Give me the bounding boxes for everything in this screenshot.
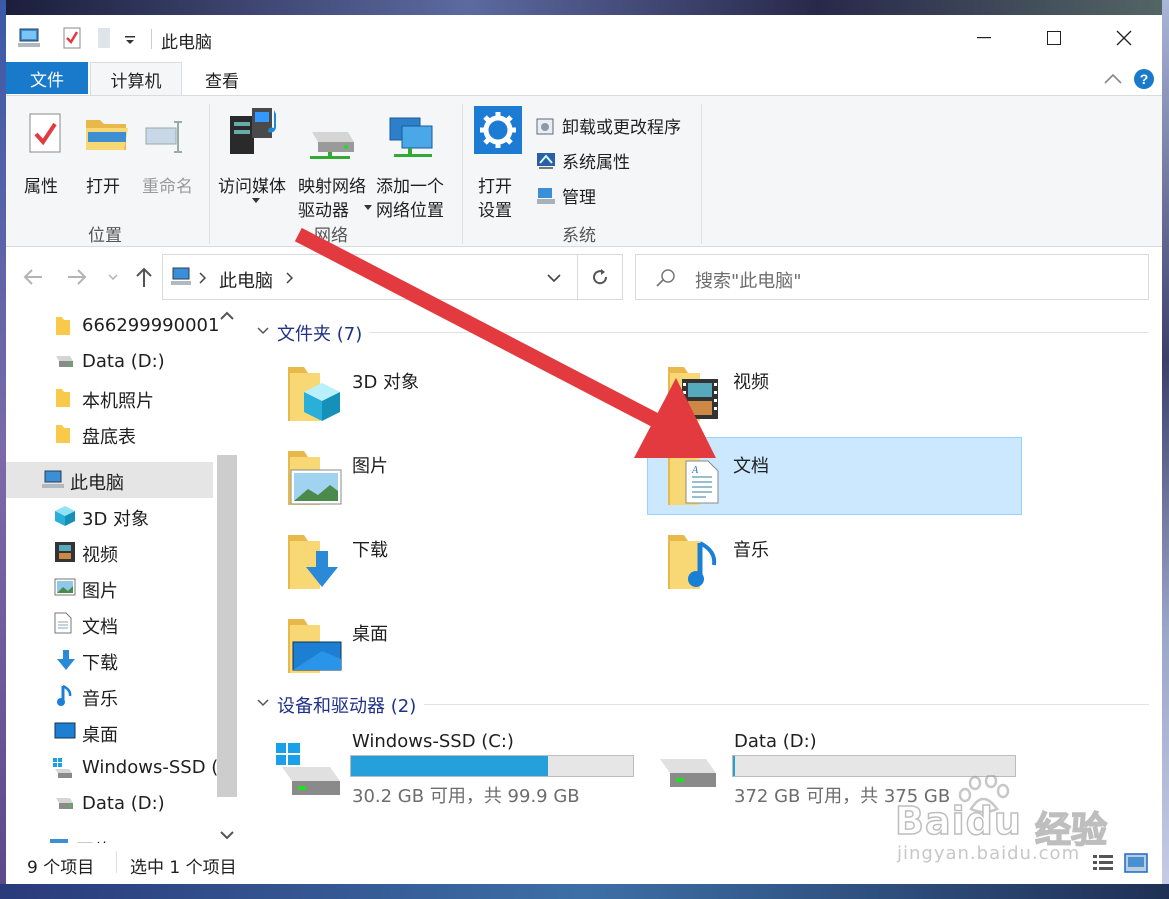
baidu-watermark: Baidu 经验 jingyan.baidu.com — [894, 775, 1155, 875]
annotation-arrow — [294, 227, 716, 458]
watermark-brand: Baidu — [894, 798, 1022, 844]
watermark-url: jingyan.baidu.com — [897, 843, 1081, 864]
